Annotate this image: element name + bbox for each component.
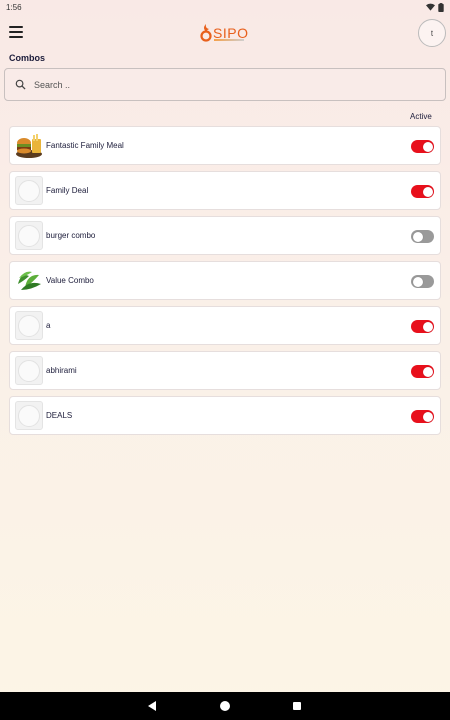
combo-name: DEALS [46, 411, 73, 420]
active-column-header: Active [410, 112, 432, 121]
toggle-knob [412, 276, 423, 287]
combo-name: burger combo [46, 231, 96, 240]
status-time: 1:56 [6, 2, 22, 12]
combo-name: abhirami [46, 366, 77, 375]
app-bar: SIPO t [0, 14, 450, 52]
search-icon [15, 79, 26, 90]
active-toggle[interactable] [411, 185, 434, 198]
status-bar: 1:56 [0, 0, 450, 14]
profile-avatar[interactable]: t [418, 19, 446, 47]
combo-name: a [46, 321, 51, 330]
combo-name: Value Combo [46, 276, 94, 285]
toggle-knob [422, 321, 433, 332]
active-toggle[interactable] [411, 365, 434, 378]
combo-name: Fantastic Family Meal [46, 141, 124, 150]
leafy-greens-thumbnail [15, 266, 43, 295]
home-icon[interactable] [220, 701, 230, 711]
recents-icon[interactable] [293, 702, 301, 710]
combo-row[interactable]: DEALS [9, 396, 441, 435]
placeholder-plate-thumbnail [15, 176, 43, 205]
logo-flame-icon [200, 24, 212, 42]
page-title: Combos [9, 53, 45, 63]
toggle-knob [422, 411, 433, 422]
placeholder-plate-thumbnail [15, 221, 43, 250]
combo-row[interactable]: Fantastic Family Meal [9, 126, 441, 165]
combo-row[interactable]: abhirami [9, 351, 441, 390]
placeholder-plate-thumbnail [15, 356, 43, 385]
placeholder-plate-thumbnail [15, 401, 43, 430]
back-icon[interactable] [148, 701, 156, 711]
battery-icon [438, 2, 444, 12]
logo-underline [214, 39, 244, 41]
wifi-icon [426, 3, 435, 11]
burger-meal-thumbnail [15, 131, 43, 160]
app-logo: SIPO [200, 22, 248, 44]
combo-row[interactable]: burger combo [9, 216, 441, 255]
toggle-knob [422, 141, 433, 152]
menu-icon [9, 26, 23, 28]
active-toggle[interactable] [411, 275, 434, 288]
combo-name: Family Deal [46, 186, 89, 195]
search-input[interactable] [34, 79, 414, 90]
combo-row[interactable]: Family Deal [9, 171, 441, 210]
menu-button[interactable] [9, 26, 23, 38]
active-toggle[interactable] [411, 230, 434, 243]
toggle-knob [412, 231, 423, 242]
placeholder-plate-thumbnail [15, 311, 43, 340]
active-toggle[interactable] [411, 410, 434, 423]
combo-row[interactable]: Value Combo [9, 261, 441, 300]
toggle-knob [422, 366, 433, 377]
system-nav-bar [0, 692, 450, 720]
active-toggle[interactable] [411, 140, 434, 153]
toggle-knob [422, 186, 433, 197]
active-toggle[interactable] [411, 320, 434, 333]
status-icons [426, 2, 444, 12]
combo-row[interactable]: a [9, 306, 441, 345]
search-bar[interactable] [4, 68, 446, 101]
